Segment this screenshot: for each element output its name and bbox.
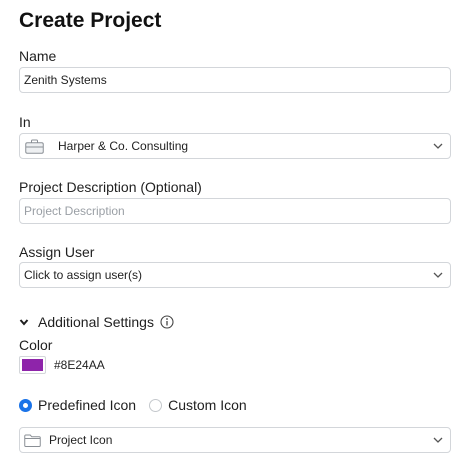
- color-value: #8E24AA: [54, 358, 105, 372]
- custom-icon-label[interactable]: Custom Icon: [168, 397, 247, 413]
- parent-value: Harper & Co. Consulting: [58, 139, 189, 153]
- predefined-icon-radio[interactable]: [19, 398, 32, 412]
- icon-select[interactable]: Project Icon: [19, 427, 451, 453]
- chevron-down-icon: [432, 269, 444, 281]
- color-label: Color: [19, 337, 53, 353]
- parent-select[interactable]: Harper & Co. Consulting: [19, 133, 451, 159]
- name-value: Zenith Systems: [24, 73, 107, 87]
- additional-settings-label: Additional Settings: [38, 314, 154, 330]
- assign-user-select[interactable]: Click to assign user(s): [19, 262, 451, 288]
- chevron-down-icon: [19, 317, 29, 327]
- page-title: Create Project: [19, 9, 162, 32]
- parent-label: In: [19, 114, 31, 130]
- description-placeholder: Project Description: [24, 204, 125, 218]
- description-label: Project Description (Optional): [19, 179, 202, 195]
- assign-user-label: Assign User: [19, 244, 95, 260]
- folder-icon: [24, 434, 41, 447]
- icon-type-radio-group: Predefined Icon Custom Icon: [19, 397, 247, 413]
- name-input[interactable]: Zenith Systems: [19, 67, 451, 93]
- icon-select-value: Project Icon: [49, 433, 113, 447]
- additional-settings-toggle[interactable]: Additional Settings: [19, 314, 174, 330]
- briefcase-icon: [25, 139, 44, 154]
- color-swatch[interactable]: [19, 356, 46, 374]
- predefined-icon-label[interactable]: Predefined Icon: [38, 397, 136, 413]
- description-input[interactable]: Project Description: [19, 198, 451, 224]
- info-icon[interactable]: [160, 315, 174, 329]
- custom-icon-radio[interactable]: [149, 398, 163, 412]
- chevron-down-icon: [432, 140, 444, 152]
- name-label: Name: [19, 48, 57, 64]
- color-picker[interactable]: #8E24AA: [19, 356, 105, 374]
- assign-user-value: Click to assign user(s): [24, 268, 143, 282]
- chevron-down-icon: [432, 434, 444, 446]
